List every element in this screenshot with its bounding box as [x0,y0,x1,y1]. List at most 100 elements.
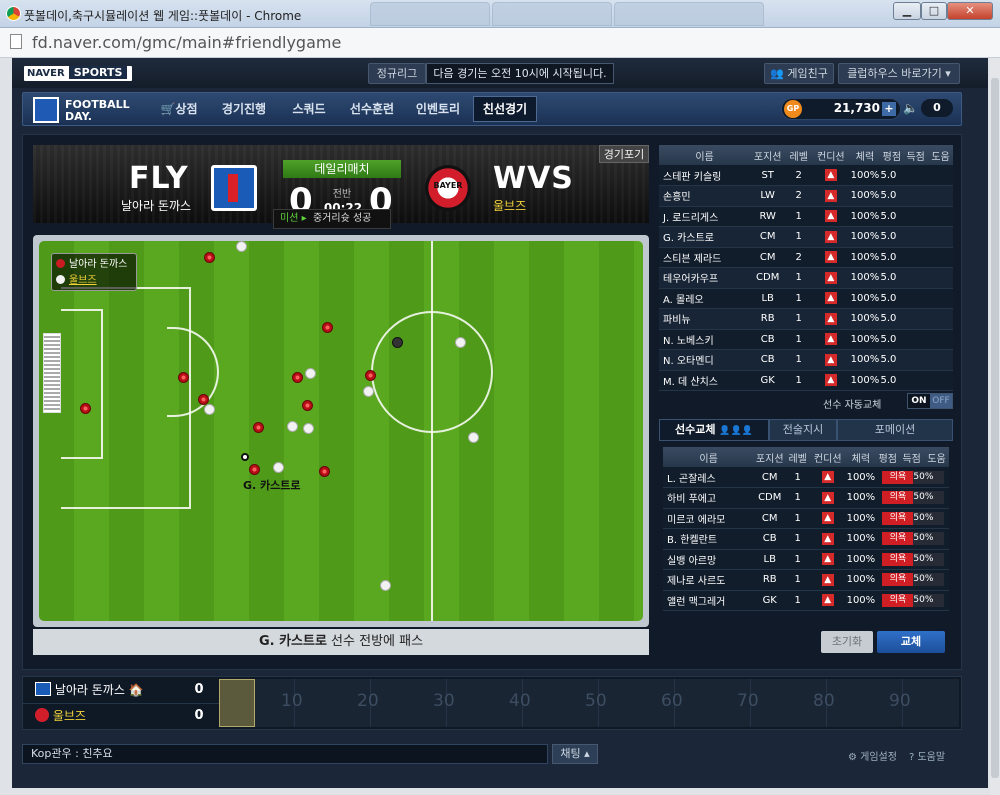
tab-formation[interactable]: 포메이션 [837,419,953,441]
sound-control[interactable]: 🔈 0 [903,98,955,120]
away-player-marker[interactable] [305,368,316,379]
bench-player-position: GK [754,590,786,611]
forfeit-button[interactable]: 경기포기 [599,145,649,163]
condition-cell: ▲ [812,185,850,207]
on-option[interactable]: ON [908,394,930,408]
column-header: 포지션 [750,145,786,165]
tab-tactics[interactable]: 전술지시 [769,419,837,441]
auto-sub-switch[interactable]: ON OFF [907,393,953,409]
player-goals [903,247,929,268]
nav-training[interactable]: 선수훈련 [343,93,401,125]
player-level: 2 [785,165,813,186]
away-player-marker[interactable] [380,580,391,591]
background-tab[interactable] [614,2,764,26]
chrome-icon [6,6,21,21]
away-player-marker[interactable] [236,241,247,252]
nav-friendly[interactable]: 친선경기 [473,96,537,122]
game-settings-link[interactable]: ⚙ 게임설정 [848,748,897,763]
bench-player-name: 제나로 사르도 [663,569,755,591]
lineup-row[interactable]: A. 몰레오 LB 1 ▲ 100% 5.0 [659,288,953,309]
off-option[interactable]: OFF [930,394,952,408]
chat-input[interactable]: Kop관우 : 친추요 [22,744,548,764]
away-player-marker[interactable] [204,404,215,415]
mission-bar[interactable]: 미션 ▸ 중거리슛 성공 [273,209,391,229]
legend-home: 날아라 돈까스 [56,257,132,273]
home-player-marker[interactable] [204,252,215,263]
bench-player-position: RB [754,569,786,591]
bench-row[interactable]: B. 한켈란트 CB 1 ▲ 100% 의욕 50% [663,528,949,550]
away-player-marker[interactable] [273,462,284,473]
player-goals [903,226,929,248]
lineup-row[interactable]: 스테판 키슬링 ST 2 ▲ 100% 5.0 [659,165,953,186]
nav-shop[interactable]: 🛒상점 [153,93,205,125]
home-player-marker[interactable] [178,372,189,383]
bench-player-stamina: 100% [845,569,877,591]
lineup-row[interactable]: N. 노베스키 CB 1 ▲ 100% 5.0 [659,329,953,350]
naver-sports-logo[interactable]: NAVER SPORTS [24,66,132,81]
away-player-marker[interactable] [468,432,479,443]
bench-row[interactable]: L. 곤잘레스 CM 1 ▲ 100% 의욕 50% [663,467,949,488]
lineup-row[interactable]: 손흥민 LW 2 ▲ 100% 5.0 [659,185,953,207]
help-link[interactable]: ? 도움말 [909,748,945,763]
player-stamina: 100% [849,267,881,289]
lineup-row[interactable]: N. 오타멘디 CB 1 ▲ 100% 5.0 [659,349,953,371]
minimize-button[interactable]: ▁ [893,2,921,20]
scroll-thumb[interactable] [991,78,999,778]
bench-row[interactable]: 제나로 사르도 RB 1 ▲ 100% 의욕 50% [663,569,949,591]
home-player-marker[interactable] [80,403,91,414]
bench-row[interactable]: 앨런 맥그레거 GK 1 ▲ 100% 의욕 50% [663,590,949,611]
bench-row[interactable]: 하비 푸에고 CDM 1 ▲ 100% 의욕 50% [663,487,949,509]
chat-button[interactable]: 채팅 ▴ [552,744,598,764]
away-goalkeeper-marker[interactable] [392,337,403,348]
close-window-button[interactable]: ✕ [947,2,993,20]
player-level: 1 [785,349,813,371]
maximize-button[interactable]: □ [921,2,947,20]
nav-inventory[interactable]: 인벤토리 [409,93,467,125]
bench-row[interactable]: 미르코 에라모 CM 1 ▲ 100% 의욕 50% [663,508,949,529]
lineup-row[interactable]: J. 로드리게스 RW 1 ▲ 100% 5.0 [659,206,953,227]
football-day-logo[interactable]: FOOTBALL DAY. [33,97,143,123]
home-player-marker[interactable] [319,466,330,477]
home-player-marker[interactable] [365,370,376,381]
column-header: 체력 [849,145,881,165]
lineup-row[interactable]: 테우어카우프 CDM 1 ▲ 100% 5.0 [659,267,953,289]
lineup-row[interactable]: 스티븐 제라드 CM 2 ▲ 100% 5.0 [659,247,953,268]
nav-squad[interactable]: 스쿼드 [285,93,333,125]
home-player-marker[interactable] [302,400,313,411]
lineup-row[interactable]: M. 데 샨치스 GK 1 ▲ 100% 5.0 [659,370,953,391]
tab-substitution[interactable]: 선수교체 👤👤👤 [659,419,769,441]
player-rating: 5.0 [880,226,904,248]
home-player-marker[interactable] [249,464,260,475]
column-header: 컨디션 [810,447,846,467]
game-friends-button[interactable]: 👥 게임친구 [764,63,834,84]
column-header: 컨디션 [812,145,850,165]
nav-match[interactable]: 경기진행 [213,93,275,125]
background-tab[interactable] [370,2,490,26]
home-player-marker[interactable] [322,322,333,333]
swap-button[interactable]: 교체 [877,631,945,653]
away-player-marker[interactable] [363,386,374,397]
reset-button[interactable]: 초기화 [821,631,873,653]
player-position: RB [750,308,786,330]
lineup-row[interactable]: 파비뉴 RB 1 ▲ 100% 5.0 [659,308,953,330]
away-player-marker[interactable] [455,337,466,348]
clubhouse-button[interactable]: 클럽하우스 바로가기 ▾ [838,63,960,84]
gp-add-button[interactable]: + [882,102,896,116]
condition-up-icon: ▲ [824,210,837,223]
url-text[interactable]: fd.naver.com/gmc/main#friendlygame [32,33,341,52]
condition-up-icon: ▲ [824,374,837,387]
bench-row[interactable]: 실뱅 아르망 LB 1 ▲ 100% 의욕 50% [663,549,949,570]
lineup-row[interactable]: G. 카스트로 CM 1 ▲ 100% 5.0 [659,226,953,248]
player-stamina: 100% [849,247,881,268]
away-player-marker[interactable] [303,423,314,434]
home-player-marker[interactable] [292,372,303,383]
speaker-icon[interactable]: 🔈 [903,101,918,115]
timeline-track[interactable]: 10 20 30 40 50 60 70 80 90 [219,679,959,727]
page-scrollbar[interactable] [990,58,1000,795]
away-player-marker[interactable] [287,421,298,432]
background-tab[interactable] [492,2,612,26]
player-name: 손흥민 [659,185,751,207]
bench-player-level: 1 [785,569,811,591]
home-player-marker[interactable] [253,422,264,433]
bench-player-stamina: 100% [845,508,877,529]
